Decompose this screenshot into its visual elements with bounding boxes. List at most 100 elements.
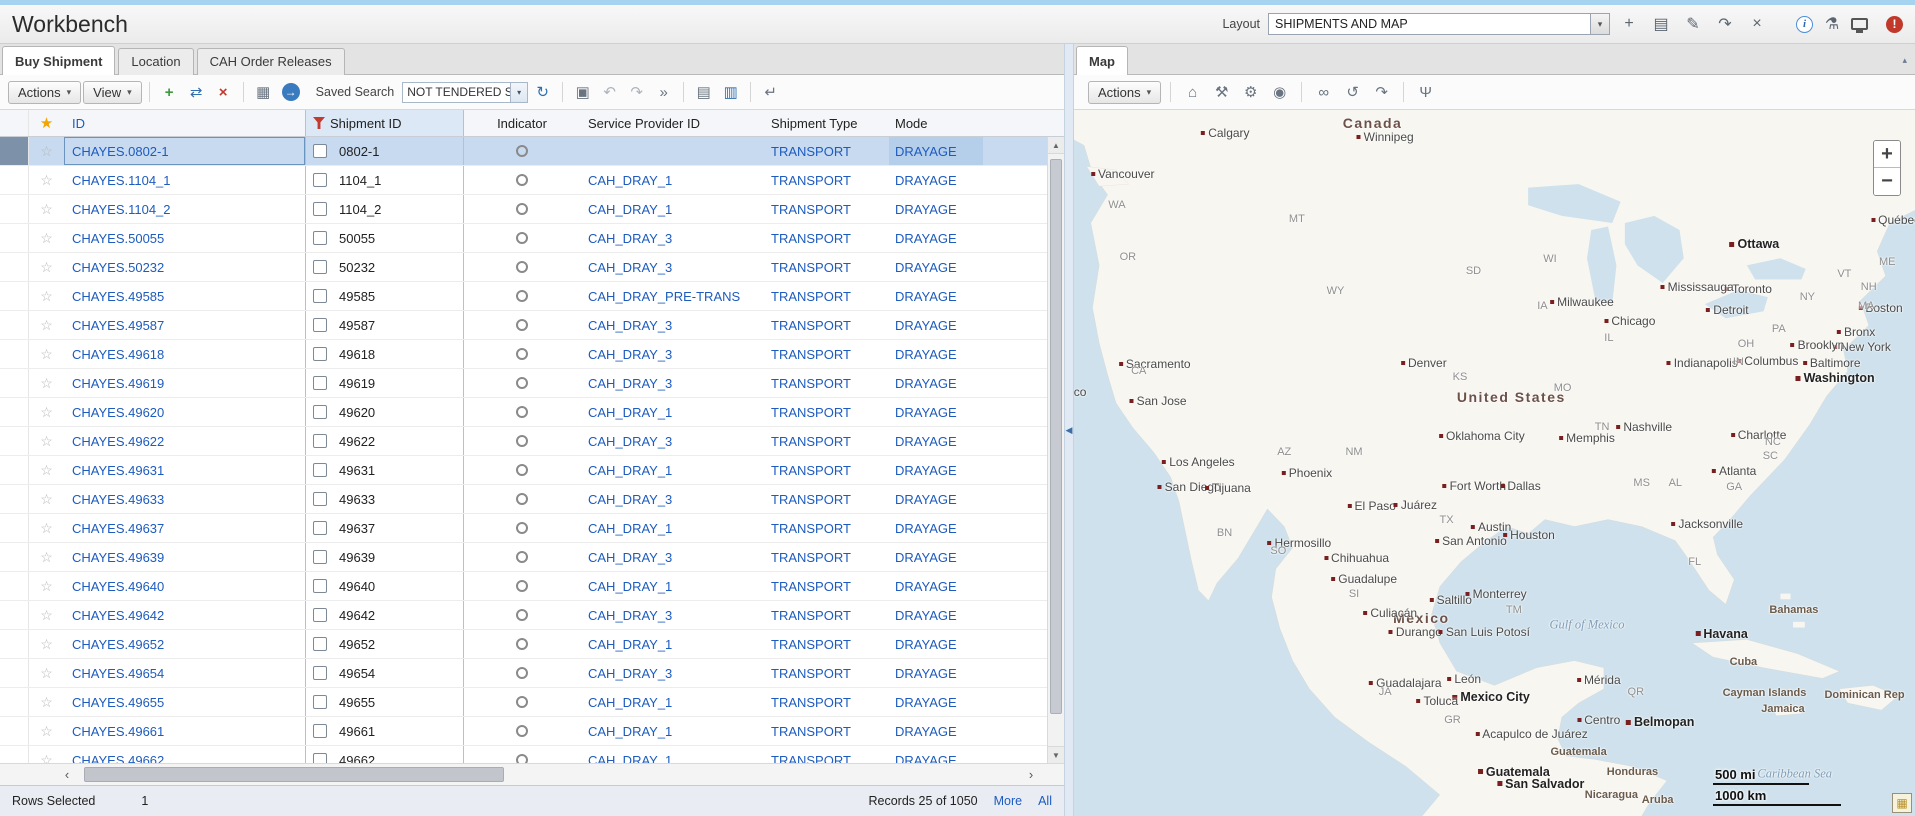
service-provider-link[interactable]: CAH_DRAY_3 xyxy=(580,369,763,397)
overview-map-button[interactable]: ▦ xyxy=(1892,793,1912,813)
refresh-icon[interactable]: ↻ xyxy=(530,83,555,101)
row-checkbox[interactable] xyxy=(313,463,327,477)
row-header-cell[interactable] xyxy=(0,427,29,455)
redo-icon[interactable]: ↷ xyxy=(624,83,649,101)
favorite-star-icon[interactable]: ☆ xyxy=(29,601,64,629)
row-checkbox[interactable] xyxy=(313,666,327,680)
shipment-type-link[interactable]: TRANSPORT xyxy=(763,282,889,310)
shipment-id-link[interactable]: CHAYES.49633 xyxy=(64,485,305,513)
column-header-id[interactable]: ID xyxy=(64,110,305,136)
shipment-type-link[interactable]: TRANSPORT xyxy=(763,572,889,600)
row-checkbox[interactable] xyxy=(313,405,327,419)
shipment-id-link[interactable]: CHAYES.49618 xyxy=(64,340,305,368)
chevron-down-icon[interactable]: ▾ xyxy=(1590,14,1609,34)
table-row[interactable]: ☆CHAYES.4963749637CAH_DRAY_1TRANSPORTDRA… xyxy=(0,514,1047,543)
shipment-id-link[interactable]: CHAYES.49640 xyxy=(64,572,305,600)
row-header-cell[interactable] xyxy=(0,485,29,513)
tab-buy-shipment[interactable]: Buy Shipment xyxy=(2,46,115,75)
row-header-cell[interactable] xyxy=(0,195,29,223)
mode-link[interactable]: DRAYAGE xyxy=(889,224,983,252)
row-checkbox[interactable] xyxy=(313,753,327,763)
service-provider-link[interactable]: CAH_DRAY_1 xyxy=(580,688,763,716)
column-header-shipment-type[interactable]: Shipment Type xyxy=(763,110,889,136)
shipment-id-link[interactable]: CHAYES.1104_1 xyxy=(64,166,305,194)
service-provider-link[interactable]: CAH_DRAY_3 xyxy=(580,427,763,455)
favorite-star-icon[interactable]: ☆ xyxy=(29,630,64,658)
shipment-type-link[interactable]: TRANSPORT xyxy=(763,456,889,484)
map-actions-menu-button[interactable]: Actions ▾ xyxy=(1088,81,1161,104)
map-visibility-icon[interactable]: ◉ xyxy=(1267,83,1292,101)
favorite-star-icon[interactable]: ☆ xyxy=(29,717,64,745)
shipment-id-link[interactable]: CHAYES.49587 xyxy=(64,311,305,339)
favorite-star-icon[interactable]: ☆ xyxy=(29,195,64,223)
table-row[interactable]: ☆CHAYES.4963949639CAH_DRAY_3TRANSPORTDRA… xyxy=(0,543,1047,572)
map-tools-icon[interactable]: ⚒ xyxy=(1209,83,1234,101)
shipment-id-link[interactable]: CHAYES.1104_2 xyxy=(64,195,305,223)
row-header-cell[interactable] xyxy=(0,137,29,165)
mode-link[interactable]: DRAYAGE xyxy=(889,311,983,339)
service-provider-link[interactable]: CAH_DRAY_3 xyxy=(580,601,763,629)
table-row[interactable]: ☆CHAYES.4962049620CAH_DRAY_1TRANSPORTDRA… xyxy=(0,398,1047,427)
shipment-type-link[interactable]: TRANSPORT xyxy=(763,485,889,513)
favorite-star-icon[interactable]: ☆ xyxy=(29,572,64,600)
mode-link[interactable]: DRAYAGE xyxy=(889,514,983,542)
monitor-icon[interactable] xyxy=(1851,18,1868,30)
view-menu-button[interactable]: View ▾ xyxy=(83,81,141,104)
row-checkbox[interactable] xyxy=(313,144,327,158)
map-redo-icon[interactable]: ↷ xyxy=(1369,83,1394,101)
row-header-cell[interactable] xyxy=(0,630,29,658)
edit-layout-icon[interactable]: ✎ xyxy=(1680,14,1706,34)
mode-link[interactable]: DRAYAGE xyxy=(889,340,983,368)
row-header-cell[interactable] xyxy=(0,398,29,426)
favorite-star-icon[interactable]: ☆ xyxy=(29,340,64,368)
zoom-out-button[interactable]: − xyxy=(1874,168,1900,195)
horizontal-scroll-thumb[interactable] xyxy=(84,767,504,782)
shipment-type-link[interactable]: TRANSPORT xyxy=(763,195,889,223)
favorite-star-icon[interactable]: ☆ xyxy=(29,311,64,339)
favorite-star-icon[interactable]: ☆ xyxy=(29,282,64,310)
service-provider-link[interactable]: CAH_DRAY_1 xyxy=(580,746,763,763)
tab-cah-order-releases[interactable]: CAH Order Releases xyxy=(197,48,345,75)
table-row[interactable]: ☆CHAYES.4963349633CAH_DRAY_3TRANSPORTDRA… xyxy=(0,485,1047,514)
horizontal-scrollbar[interactable]: ‹ › xyxy=(0,763,1064,785)
column-header-service-provider[interactable]: Service Provider ID xyxy=(580,110,763,136)
detach-table-icon[interactable]: ▥ xyxy=(718,83,743,101)
shipment-id-link[interactable]: CHAYES.49642 xyxy=(64,601,305,629)
actions-menu-button[interactable]: Actions ▾ xyxy=(8,81,81,104)
shipment-type-link[interactable]: TRANSPORT xyxy=(763,398,889,426)
shipment-type-link[interactable]: TRANSPORT xyxy=(763,630,889,658)
service-provider-link[interactable]: CAH_DRAY_1 xyxy=(580,398,763,426)
shipment-id-link[interactable]: CHAYES.0802-1 xyxy=(64,137,305,165)
row-checkbox[interactable] xyxy=(313,347,327,361)
shipment-type-link[interactable]: TRANSPORT xyxy=(763,253,889,281)
map-settings-icon[interactable]: ⚙ xyxy=(1238,83,1263,101)
table-row[interactable]: ☆CHAYES.4961949619CAH_DRAY_3TRANSPORTDRA… xyxy=(0,369,1047,398)
mode-link[interactable]: DRAYAGE xyxy=(889,601,983,629)
row-header-cell[interactable] xyxy=(0,659,29,687)
service-provider-link[interactable]: CAH_DRAY_3 xyxy=(580,659,763,687)
shipment-id-link[interactable]: CHAYES.49619 xyxy=(64,369,305,397)
mode-link[interactable]: DRAYAGE xyxy=(889,253,983,281)
manage-layouts-icon[interactable]: ▤ xyxy=(1648,14,1674,34)
shipment-type-link[interactable]: TRANSPORT xyxy=(763,717,889,745)
mode-link[interactable]: DRAYAGE xyxy=(889,427,983,455)
mode-link[interactable]: DRAYAGE xyxy=(889,398,983,426)
send-icon[interactable]: ▣ xyxy=(570,83,595,101)
table-row[interactable]: ☆CHAYES.4958549585CAH_DRAY_PRE-TRANSTRAN… xyxy=(0,282,1047,311)
shipment-type-link[interactable]: TRANSPORT xyxy=(763,601,889,629)
mode-link[interactable]: DRAYAGE xyxy=(889,688,983,716)
table-row[interactable]: ☆CHAYES.4963149631CAH_DRAY_1TRANSPORTDRA… xyxy=(0,456,1047,485)
map-home-icon[interactable]: ⌂ xyxy=(1180,84,1205,101)
delete-icon[interactable]: × xyxy=(211,84,236,101)
table-row[interactable]: ☆CHAYES.5023250232CAH_DRAY_3TRANSPORTDRA… xyxy=(0,253,1047,282)
row-checkbox[interactable] xyxy=(313,579,327,593)
mode-link[interactable]: DRAYAGE xyxy=(889,717,983,745)
row-header-cell[interactable] xyxy=(0,166,29,194)
shipment-type-link[interactable]: TRANSPORT xyxy=(763,427,889,455)
favorite-star-icon[interactable]: ☆ xyxy=(29,746,64,763)
row-checkbox[interactable] xyxy=(313,724,327,738)
column-header-mode[interactable]: Mode xyxy=(889,110,983,136)
undo-icon[interactable]: ↶ xyxy=(597,83,622,101)
service-provider-link[interactable]: CAH_DRAY_1 xyxy=(580,195,763,223)
favorite-star-icon[interactable]: ☆ xyxy=(29,485,64,513)
